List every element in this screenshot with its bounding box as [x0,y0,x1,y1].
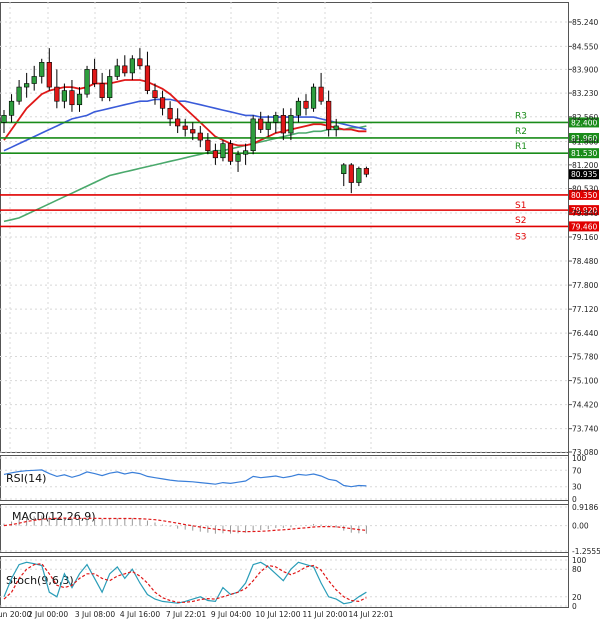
price-tick-label: 73.740 [572,425,598,434]
price-axis: 85.240 84.550 83.900 83.230 82.560 81.860 81.2… [568,18,599,457]
candle-body [39,62,45,77]
candle-body [107,76,113,98]
candle-body [24,83,30,88]
candle-body [1,115,7,123]
price-tick-label: 79.840 [572,209,598,218]
macd-tick-label: 0.9186 [572,503,598,512]
candle-body [46,62,52,88]
stoch-tick-label: 0 [572,602,577,611]
candle-body [167,107,173,120]
price-tick-label: 85.240 [572,18,598,27]
level-price-label: 79.460 [571,222,597,231]
level-name-r2: R2 [515,127,527,137]
time-axis: 1 Jun 20:002 Jul 00:003 Jul 08:004 Jul 1… [0,610,394,619]
rsi-label: RSI(14) [6,472,46,485]
candle-body [122,65,128,74]
stoch-tick-label: 80 [572,565,582,574]
candle-body [69,90,75,106]
candle-body [212,150,219,159]
level-name-r1: R1 [515,142,527,152]
candle-body [341,164,347,175]
current-price-label: 80.935 [571,170,597,179]
candle-body [310,86,317,109]
candle-body [99,83,105,98]
candle-body [54,86,60,102]
candle-body [348,164,354,183]
stoch-tick-label: 100 [572,556,587,565]
time-tick-label: 3 Jul 08:00 [75,610,115,619]
rsi-tick-label: 100 [572,454,587,463]
candle-body [31,76,37,84]
macd-tick-label: -1.2555 [572,547,600,556]
price-tick-label: 82.560 [572,113,598,122]
candle-body [220,143,226,159]
macd-tick-label: 0.00 [572,522,589,531]
level-name-s2: S2 [515,216,526,226]
candle-body [61,90,67,102]
candle-body [84,69,90,95]
candle-body [16,86,22,102]
candle-body [356,168,362,183]
price-tick-label: 83.900 [572,65,598,74]
candle-body [182,125,188,130]
price-tick-label: 81.860 [572,138,598,147]
price-tick-label: 77.120 [572,305,598,314]
price-tick-label: 81.200 [572,161,598,170]
candle-body [288,115,294,134]
time-tick-label: 10 Jul 12:00 [256,610,301,619]
candle-body [295,100,302,116]
rsi-tick-label: 30 [572,483,582,492]
time-tick-label: 14 Jul 22:01 [349,610,394,619]
candle-body [76,93,83,106]
level-name-s3: S3 [515,232,526,242]
chart-canvas: R382.400R281.960R181.530S180.350S279.920… [0,2,600,619]
candle-body [363,168,370,175]
time-tick-label: 11 Jul 20:00 [303,610,348,619]
macd-label: MACD(12,26,9) [12,510,96,523]
price-tick-label: 80.530 [572,185,598,194]
stoch-tick-label: 20 [572,593,582,602]
price-tick-label: 84.550 [572,42,598,51]
candle-body [144,65,151,91]
candle-body [92,69,98,84]
candle-body [258,118,264,130]
time-tick-label: 7 Jul 22:01 [166,610,206,619]
candle-body [190,129,196,134]
price-tick-label: 77.800 [572,281,598,290]
candle-body [8,100,15,116]
candle-body [243,150,249,155]
candle-body [175,118,181,127]
level-name-r3: R3 [515,111,527,121]
candle-body [227,143,234,162]
price-tick-label: 78.480 [572,257,598,266]
candle-body [205,139,211,152]
candle-body [197,132,203,141]
candle-body [235,153,241,162]
price-tick-label: 79.160 [572,233,598,242]
candle-body [280,115,286,134]
stoch-panel-frame [0,556,569,608]
candle-body [159,97,166,109]
candle-body [303,100,309,109]
price-tick-label: 75.780 [572,353,598,362]
price-tick-label: 83.230 [572,89,598,98]
level-price-label: 81.530 [571,149,597,158]
time-tick-label: 4 Jul 16:00 [120,610,160,619]
candle-body [273,115,279,123]
candle-body [129,58,135,74]
price-tick-label: 76.440 [572,329,598,338]
candle-body [152,90,158,98]
candle-body [326,100,332,130]
time-tick-label: 9 Jul 04:00 [211,610,251,619]
candle-body [137,58,143,67]
candle-body [265,122,271,130]
time-tick-label: 2 Jul 00:00 [28,610,68,619]
rsi-tick-label: 70 [572,466,582,475]
price-tick-label: 74.420 [572,401,598,410]
candle-body [333,125,339,130]
candle-body [318,86,324,102]
candle-body [114,65,120,77]
candle-body [250,118,256,152]
price-tick-label: 75.100 [572,377,598,386]
